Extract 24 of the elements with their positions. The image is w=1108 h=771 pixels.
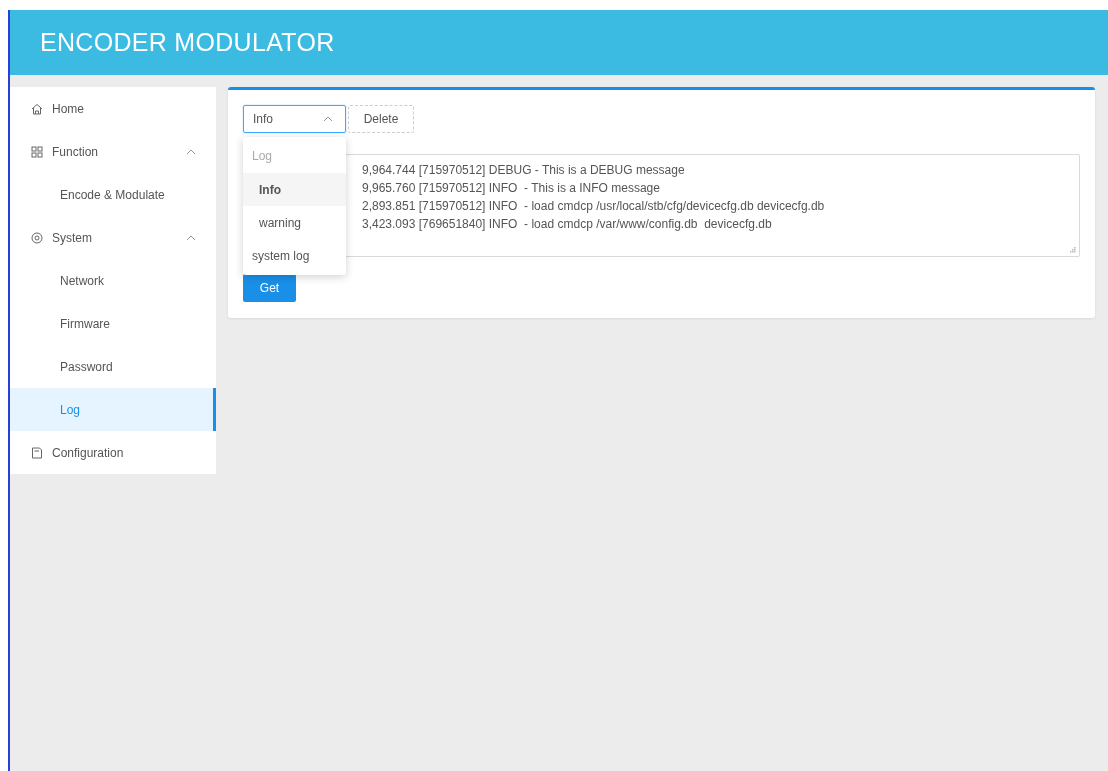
- log-line: 2,893.851 [715970512] INFO - load cmdcp /usr/local/stb/cfg/devicecfg.db devicecfg.db: [362, 198, 826, 215]
- app-title: ENCODER MODULATOR: [40, 28, 335, 57]
- log-line: 3,423.093 [769651840] INFO - load cmdcp /var/www/config.db devicecfg.db: [362, 216, 773, 233]
- sidebar-item[interactable]: Configuration: [10, 431, 216, 474]
- gear-icon: [30, 230, 44, 245]
- log-line: 9,965.760 [715970512] INFO - This is a INFO message: [362, 180, 661, 197]
- home-icon: [30, 101, 44, 116]
- delete-button[interactable]: Delete: [348, 105, 414, 133]
- sidebar-subitem[interactable]: Network: [10, 259, 216, 302]
- grid-icon: [30, 144, 44, 159]
- resize-handle-icon: [1070, 247, 1076, 253]
- log-line: 9,964.744 [715970512] DEBUG - This is a DEBUG message: [362, 162, 686, 179]
- sidebar-item[interactable]: System: [10, 216, 216, 259]
- document-icon: [30, 445, 44, 460]
- sidebar-subitem[interactable]: Encode & Modulate: [10, 173, 216, 216]
- dropdown-group-label: system log: [251, 248, 311, 265]
- sidebar-subitem[interactable]: Firmware: [10, 302, 216, 345]
- log-type-select[interactable]: Info: [243, 105, 346, 133]
- dropdown-group-label: Log: [251, 148, 274, 165]
- sidebar-subitem[interactable]: Password: [10, 345, 216, 388]
- sidebar-item[interactable]: Function: [10, 130, 216, 173]
- sidebar-item[interactable]: Home: [10, 87, 216, 130]
- dropdown-option[interactable]: Info: [243, 173, 346, 206]
- dropdown-option[interactable]: warning: [243, 206, 346, 239]
